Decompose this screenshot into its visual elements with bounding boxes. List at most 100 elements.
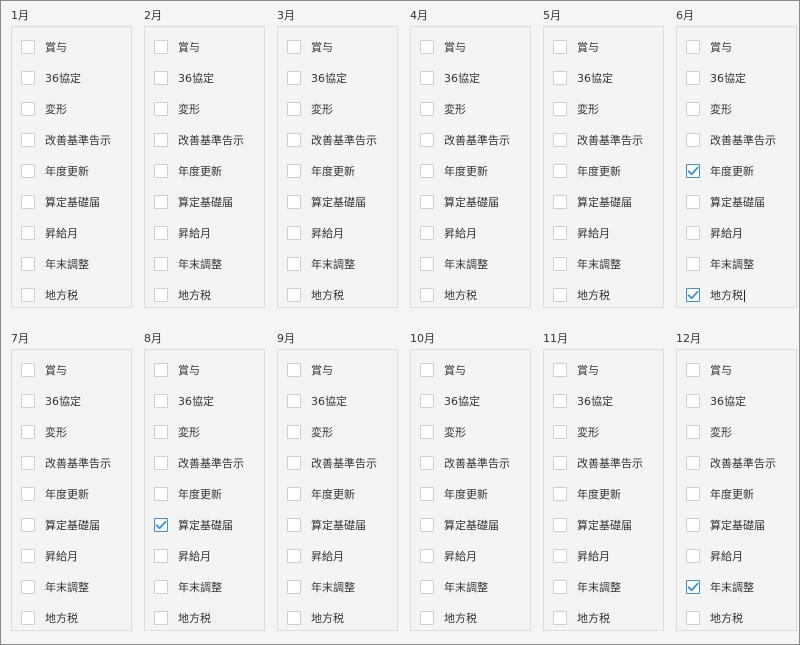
checkbox-item[interactable]: 賞与 — [12, 354, 131, 385]
checkbox[interactable] — [420, 455, 434, 470]
checkbox[interactable] — [420, 256, 434, 271]
checkbox-item[interactable]: 賞与 — [12, 31, 131, 62]
checkbox-item[interactable]: 改善基準告示 — [677, 124, 796, 155]
checkbox-item[interactable]: 算定基礎届 — [145, 509, 264, 540]
checkbox[interactable] — [154, 362, 168, 377]
checkbox[interactable] — [287, 579, 301, 594]
checkbox[interactable] — [21, 579, 35, 594]
checkbox[interactable] — [420, 225, 434, 240]
checkbox[interactable] — [21, 39, 35, 54]
checkbox[interactable] — [21, 101, 35, 116]
checkbox-item[interactable]: 変形 — [12, 93, 131, 124]
checkbox[interactable] — [21, 517, 35, 532]
checkbox[interactable] — [287, 194, 301, 209]
checkbox-item[interactable]: 変形 — [677, 93, 796, 124]
checkbox[interactable] — [420, 393, 434, 408]
checkbox[interactable] — [686, 39, 700, 54]
checkbox-item[interactable]: 昇給月 — [677, 540, 796, 571]
checkbox-item[interactable]: 36協定 — [12, 62, 131, 93]
checkbox-item[interactable]: 地方税 — [145, 602, 264, 633]
checkbox[interactable] — [686, 362, 700, 377]
checkbox[interactable] — [287, 256, 301, 271]
checkbox[interactable] — [154, 393, 168, 408]
checkbox-item[interactable]: 変形 — [278, 416, 397, 447]
checkbox[interactable] — [420, 132, 434, 147]
checkbox-item[interactable]: 36協定 — [278, 385, 397, 416]
checkbox[interactable] — [154, 455, 168, 470]
checkbox[interactable] — [154, 225, 168, 240]
checkbox[interactable] — [553, 70, 567, 85]
checkbox-item[interactable]: 変形 — [544, 93, 663, 124]
checkbox-item[interactable]: 36協定 — [411, 385, 530, 416]
checkbox-item[interactable]: 地方税 — [278, 602, 397, 633]
checkbox-item[interactable]: 年末調整 — [278, 571, 397, 602]
checkbox[interactable] — [420, 548, 434, 563]
checkbox-item[interactable]: 地方税 — [145, 279, 264, 310]
checkbox[interactable] — [287, 362, 301, 377]
checkbox-item[interactable]: 算定基礎届 — [677, 186, 796, 217]
checkbox-item[interactable]: 改善基準告示 — [544, 447, 663, 478]
checkbox-item[interactable]: 年度更新 — [677, 155, 796, 186]
checkbox-item[interactable]: 変形 — [411, 93, 530, 124]
checkbox-item[interactable]: 改善基準告示 — [145, 124, 264, 155]
checkbox[interactable] — [154, 163, 168, 178]
checkbox-item[interactable]: 賞与 — [278, 354, 397, 385]
checkbox[interactable] — [553, 256, 567, 271]
checkbox-item[interactable]: 賞与 — [411, 354, 530, 385]
checkbox-item[interactable]: 年度更新 — [544, 478, 663, 509]
checkbox[interactable] — [420, 362, 434, 377]
checkbox-item[interactable]: 算定基礎届 — [12, 509, 131, 540]
checkbox-item[interactable]: 変形 — [544, 416, 663, 447]
checkbox-item[interactable]: 地方税 — [12, 279, 131, 310]
checkbox-item[interactable]: 賞与 — [544, 31, 663, 62]
checkbox[interactable] — [553, 163, 567, 178]
checkbox[interactable] — [287, 517, 301, 532]
checkbox-item[interactable]: 36協定 — [544, 385, 663, 416]
checkbox-checked[interactable] — [686, 287, 700, 302]
checkbox-item[interactable]: 年度更新 — [12, 155, 131, 186]
checkbox[interactable] — [553, 486, 567, 501]
checkbox-item[interactable]: 改善基準告示 — [411, 447, 530, 478]
checkbox[interactable] — [553, 610, 567, 625]
checkbox-item[interactable]: 昇給月 — [544, 540, 663, 571]
checkbox[interactable] — [287, 548, 301, 563]
checkbox-item[interactable]: 改善基準告示 — [12, 447, 131, 478]
checkbox[interactable] — [553, 39, 567, 54]
checkbox-item[interactable]: 昇給月 — [544, 217, 663, 248]
checkbox-item[interactable]: 変形 — [677, 416, 796, 447]
checkbox-item[interactable]: 年末調整 — [544, 248, 663, 279]
checkbox-item[interactable]: 年度更新 — [278, 155, 397, 186]
checkbox-item[interactable]: 改善基準告示 — [12, 124, 131, 155]
checkbox[interactable] — [287, 393, 301, 408]
checkbox[interactable] — [21, 70, 35, 85]
checkbox-item[interactable]: 改善基準告示 — [544, 124, 663, 155]
checkbox[interactable] — [553, 194, 567, 209]
checkbox-item[interactable]: 賞与 — [677, 354, 796, 385]
checkbox[interactable] — [686, 424, 700, 439]
checkbox[interactable] — [686, 610, 700, 625]
checkbox-item[interactable]: 年末調整 — [12, 571, 131, 602]
checkbox-item[interactable]: 昇給月 — [278, 540, 397, 571]
checkbox[interactable] — [21, 424, 35, 439]
checkbox-item[interactable]: 変形 — [278, 93, 397, 124]
checkbox[interactable] — [420, 163, 434, 178]
checkbox[interactable] — [420, 101, 434, 116]
checkbox-item[interactable]: 変形 — [12, 416, 131, 447]
checkbox-item[interactable]: 昇給月 — [12, 217, 131, 248]
checkbox[interactable] — [420, 287, 434, 302]
checkbox[interactable] — [553, 455, 567, 470]
checkbox[interactable] — [21, 132, 35, 147]
checkbox[interactable] — [420, 610, 434, 625]
checkbox-item[interactable]: 年度更新 — [278, 478, 397, 509]
checkbox[interactable] — [21, 610, 35, 625]
checkbox-item[interactable]: 36協定 — [12, 385, 131, 416]
checkbox-item[interactable]: 昇給月 — [145, 540, 264, 571]
checkbox[interactable] — [21, 194, 35, 209]
checkbox[interactable] — [287, 70, 301, 85]
checkbox-item[interactable]: 地方税 — [12, 602, 131, 633]
checkbox-item[interactable]: 地方税 — [544, 602, 663, 633]
checkbox[interactable] — [686, 517, 700, 532]
checkbox[interactable] — [553, 225, 567, 240]
checkbox-item[interactable]: 年度更新 — [411, 478, 530, 509]
checkbox-item[interactable]: 36協定 — [145, 385, 264, 416]
